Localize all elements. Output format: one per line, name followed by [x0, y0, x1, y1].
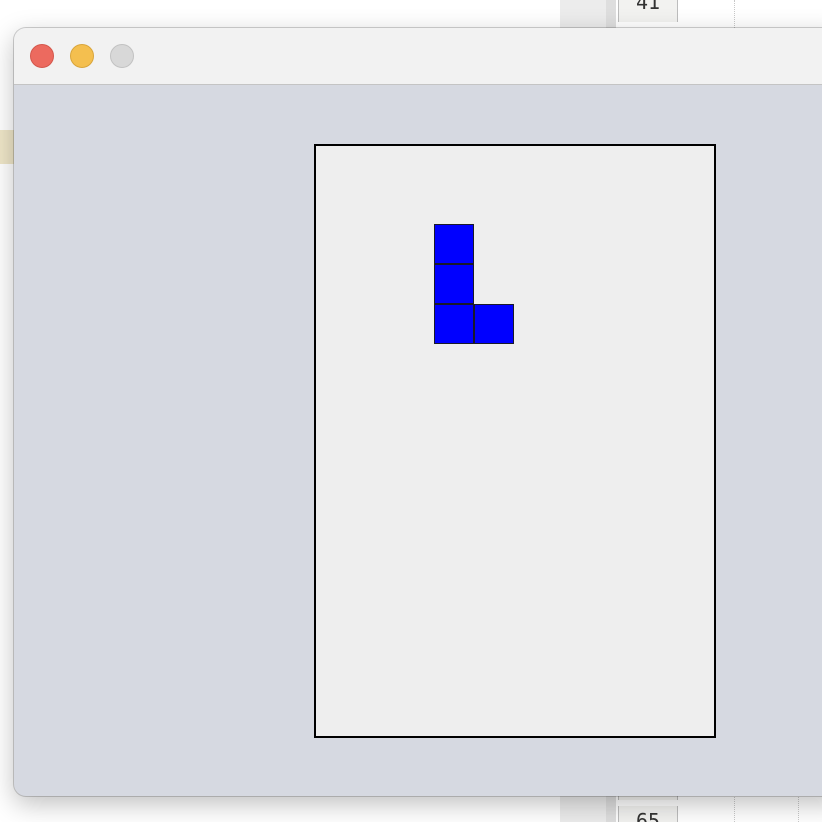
close-window-button[interactable] [30, 44, 54, 68]
background-editor-highlight [0, 130, 14, 164]
screen: 41 64 65 [0, 0, 822, 822]
piece-block [434, 224, 474, 264]
game-window [14, 28, 822, 796]
zoom-window-button[interactable] [110, 44, 134, 68]
background-line-number: 65 [618, 806, 678, 822]
window-content [14, 85, 822, 796]
tetris-board[interactable] [314, 144, 716, 738]
window-titlebar[interactable] [14, 28, 822, 85]
piece-block [434, 304, 474, 344]
piece-block [434, 264, 474, 304]
piece-block [474, 304, 514, 344]
background-line-number: 41 [618, 0, 678, 22]
minimize-window-button[interactable] [70, 44, 94, 68]
